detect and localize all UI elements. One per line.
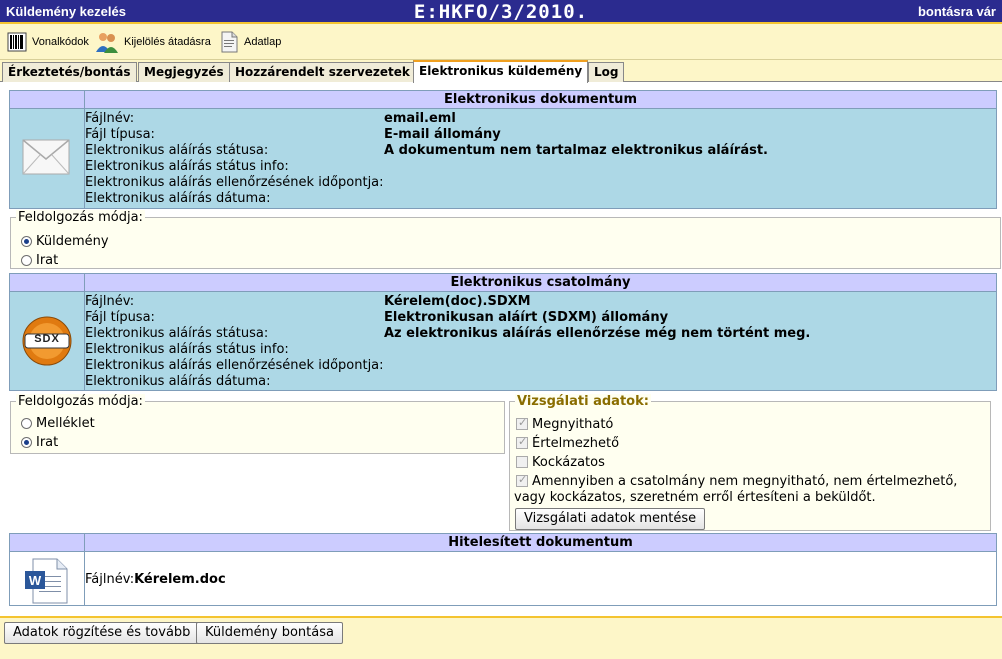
tab-log[interactable]: Log xyxy=(588,62,625,82)
word-document-icon: W xyxy=(23,558,71,608)
processing-mode-legend: Feldolgozás módja: xyxy=(16,210,145,225)
save-and-continue-button[interactable]: Adatok rögzítése és tovább xyxy=(4,622,200,644)
barcodes-button[interactable]: Vonalkódok xyxy=(6,29,89,55)
electronic-attachment-title: Elektronikus csatolmány xyxy=(84,274,996,292)
document-icon xyxy=(218,30,240,54)
tab-assigned-organizations[interactable]: Hozzárendelt szervezetek xyxy=(229,62,416,82)
electronic-attachment-panel: Elektronikus csatolmány SDX Fájlnév: Kér… xyxy=(9,273,997,391)
checkbox-notify-sender[interactable]: Amennyiben a csatolmány nem megnyitható,… xyxy=(516,472,957,490)
envelope-icon xyxy=(22,139,70,179)
barcode-icon xyxy=(6,30,28,54)
radio-document[interactable]: Irat xyxy=(21,251,58,269)
inspection-legend: Vizsgálati adatok: xyxy=(515,394,651,409)
datasheet-label: Adatlap xyxy=(244,36,282,48)
authenticated-document-details: Fájlnév:Kérelem.doc xyxy=(84,552,996,605)
processing-mode-group: Feldolgozás módja: Küldemény Irat xyxy=(10,210,1001,269)
datasheet-button[interactable]: Adatlap xyxy=(218,29,281,55)
barcodes-label: Vonalkódok xyxy=(32,36,89,48)
footer-bar: Adatok rögzítése és tovább Küldemény bon… xyxy=(0,616,1002,659)
filename-value: Kérelem.doc xyxy=(134,572,226,587)
electronic-attachment-details: Fájlnév: Kérelem(doc).SDXM Fájl típusa: … xyxy=(84,292,996,390)
tab-electronic-consignment[interactable]: Elektronikus küldemény xyxy=(413,60,589,83)
users-icon xyxy=(94,30,120,54)
mark-for-transfer-label: Kijelölés átadásra xyxy=(124,36,211,48)
attachment-processing-mode-group: Feldolgozás módja: Melléklet Irat xyxy=(10,394,505,454)
notify-sender-text: vagy kockázatos, szeretném erről értesít… xyxy=(514,490,876,505)
authenticated-document-title: Hitelesített dokumentum xyxy=(84,534,996,552)
checkbox-openable[interactable]: Megnyitható xyxy=(516,415,613,433)
sdx-icon: SDX xyxy=(22,316,72,370)
filename-label: Fájlnév: xyxy=(85,572,135,587)
status-label: bontásra vár xyxy=(917,4,996,19)
radio-consignment[interactable]: Küldemény xyxy=(21,232,109,250)
electronic-document-title: Elektronikus dokumentum xyxy=(84,91,996,109)
sdx-icon-text: SDX xyxy=(34,333,60,345)
radio-document[interactable]: Irat xyxy=(21,433,58,451)
processing-mode-legend: Feldolgozás módja: xyxy=(16,394,145,409)
record-code: E:HKFO/3/2010. xyxy=(413,1,589,23)
checkbox-interpretable[interactable]: Értelmezhető xyxy=(516,434,619,452)
save-inspection-button[interactable]: Vizsgálati adatok mentése xyxy=(515,508,706,530)
radio-annex[interactable]: Melléklet xyxy=(21,414,95,432)
main-content: Elektronikus dokumentum Fájlnév: email.e… xyxy=(0,83,1002,616)
tab-receipt-opening[interactable]: Érkeztetés/bontás xyxy=(2,62,137,82)
title-bar: Küldemény kezelés E:HKFO/3/2010. bontásr… xyxy=(0,0,1002,24)
authenticated-document-panel: Hitelesített dokumentum W Fájlnév:Kérele… xyxy=(9,533,997,606)
electronic-document-panel: Elektronikus dokumentum Fájlnév: email.e… xyxy=(9,90,997,209)
tab-notes[interactable]: Megjegyzés xyxy=(138,62,230,82)
electronic-document-details: Fájlnév: email.eml Fájl típusa: E-mail á… xyxy=(84,109,996,208)
open-consignment-button[interactable]: Küldemény bontása xyxy=(196,622,343,644)
inspection-data-group: Vizsgálati adatok: Megnyitható Értelmezh… xyxy=(509,394,991,531)
checkbox-risky[interactable]: Kockázatos xyxy=(516,453,605,471)
svg-text:W: W xyxy=(29,573,42,588)
tab-bar: Érkeztetés/bontás Megjegyzés Hozzárendel… xyxy=(0,60,1002,83)
toolbar: Vonalkódok Kijelölés átadásra Adatlap xyxy=(0,24,1002,60)
mark-for-transfer-button[interactable]: Kijelölés átadásra xyxy=(94,29,211,55)
